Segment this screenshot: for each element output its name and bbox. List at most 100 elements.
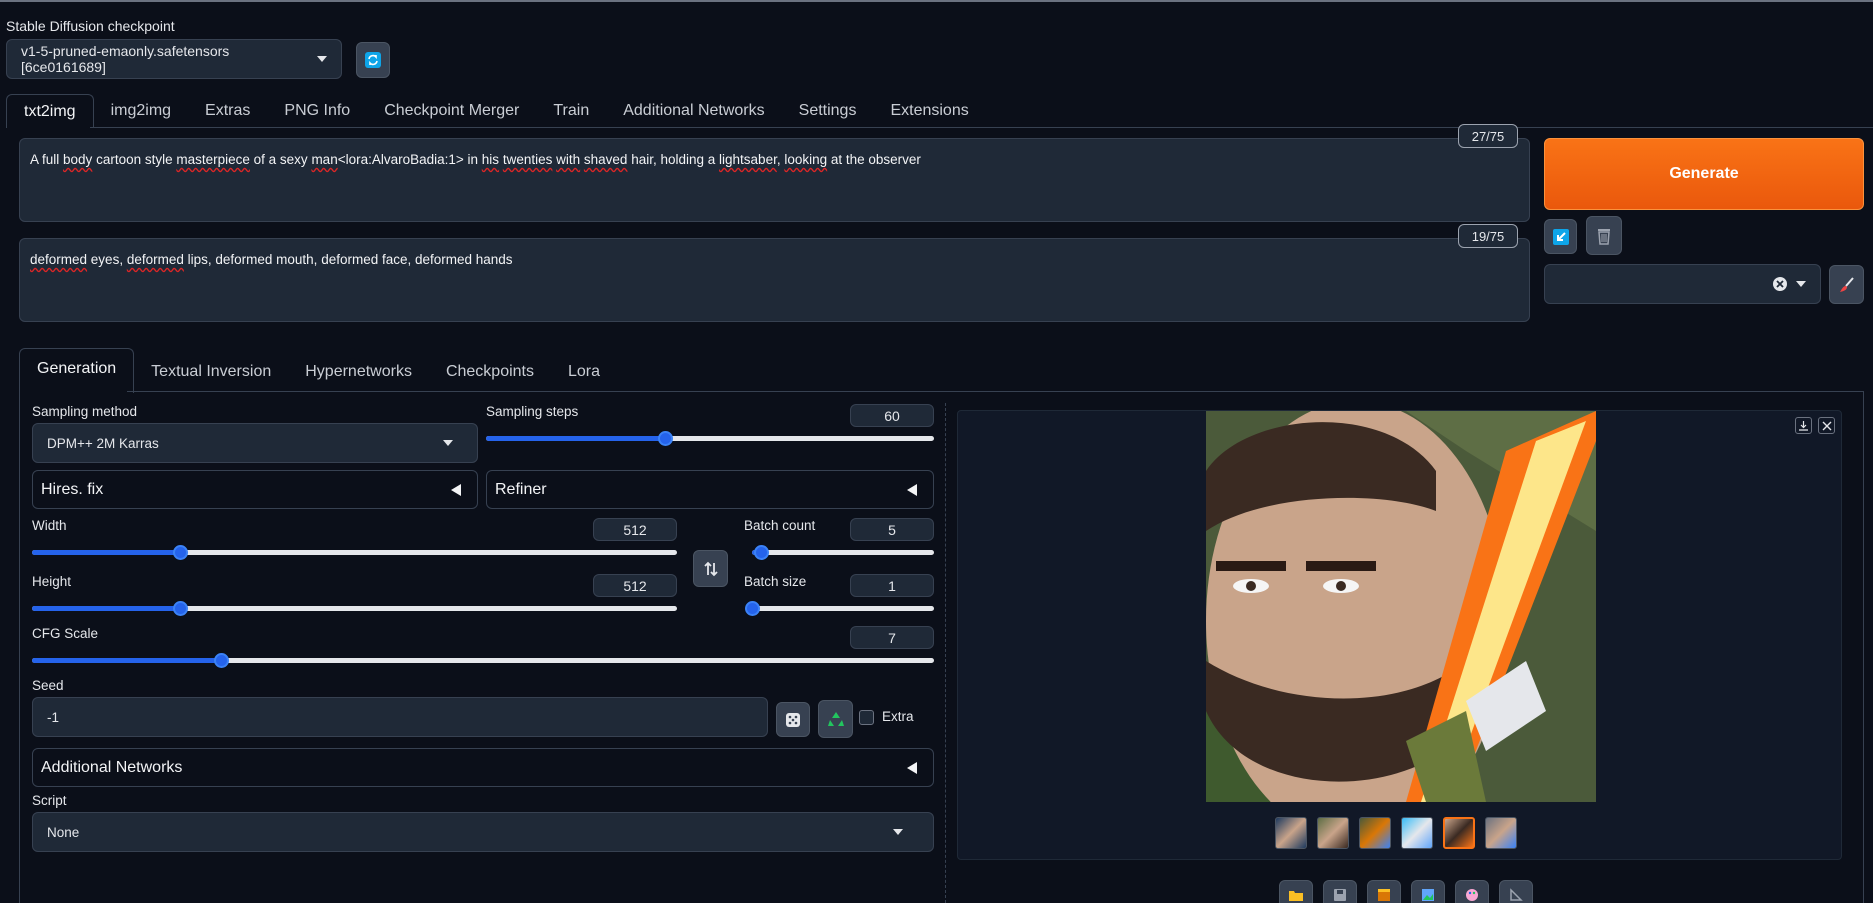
slider-thumb[interactable]: [745, 601, 760, 616]
thumbnail-image[interactable]: [1401, 817, 1433, 849]
tab-settings[interactable]: Settings: [782, 94, 874, 128]
batch-size-label: Batch size: [744, 574, 807, 589]
tab-extensions[interactable]: Extensions: [873, 94, 985, 128]
tab-txt2img[interactable]: txt2img: [6, 94, 94, 128]
thumbnail-image[interactable]: [1317, 817, 1349, 849]
download-icon: [1799, 421, 1808, 431]
generated-image[interactable]: [1206, 411, 1596, 802]
thumbnail-image[interactable]: [1359, 817, 1391, 849]
extra-seed-checkbox[interactable]: [859, 710, 874, 725]
subtabs-divider: [127, 391, 1863, 392]
sampling-steps-input[interactable]: 60: [850, 404, 934, 427]
tab-png-info[interactable]: PNG Info: [267, 94, 367, 128]
tab-lora[interactable]: Lora: [551, 353, 617, 393]
collapse-triangle-icon: [907, 483, 917, 496]
slider-thumb[interactable]: [173, 545, 189, 560]
main-tabs: txt2img img2img Extras PNG Info Checkpoi…: [6, 94, 986, 128]
thumbnail-image[interactable]: [1275, 817, 1307, 849]
styles-dropdown[interactable]: [1544, 264, 1821, 304]
thumbnail-image[interactable]: [1485, 817, 1517, 849]
recycle-icon: [827, 712, 844, 726]
additional-networks-accordion[interactable]: Additional Networks: [32, 748, 934, 787]
cfg-scale-input[interactable]: 7: [850, 626, 934, 649]
output-gallery: [957, 410, 1842, 860]
trash-icon: [1598, 228, 1610, 245]
negative-prompt-input[interactable]: deformed eyes, deformed lips, deformed m…: [19, 238, 1530, 322]
send-to-img2img-button[interactable]: [1411, 880, 1445, 903]
batch-count-slider[interactable]: [752, 545, 934, 560]
send-to-extras-button[interactable]: [1499, 880, 1533, 903]
tabs-divider: [90, 127, 1873, 128]
height-slider[interactable]: [32, 601, 677, 616]
prompt-input[interactable]: A full body cartoon style masterpiece of…: [19, 138, 1530, 222]
dice-icon: [786, 712, 800, 727]
batch-size-slider[interactable]: [745, 601, 934, 616]
chevron-down-icon: [893, 829, 903, 835]
apply-style-button[interactable]: [1829, 265, 1864, 304]
sampling-method-label: Sampling method: [32, 404, 138, 419]
swap-vertical-icon: [703, 561, 718, 576]
swap-dimensions-button[interactable]: [693, 550, 728, 587]
slider-thumb[interactable]: [754, 545, 770, 560]
tab-train[interactable]: Train: [536, 94, 606, 128]
slider-thumb[interactable]: [658, 431, 674, 446]
generate-button[interactable]: Generate: [1544, 138, 1864, 210]
folder-icon: [1289, 891, 1303, 901]
triangle-ruler-icon: [1510, 888, 1523, 901]
width-slider[interactable]: [32, 545, 677, 560]
thumbnail-image-selected[interactable]: [1443, 817, 1475, 849]
random-seed-button[interactable]: [776, 702, 810, 737]
open-folder-button[interactable]: [1279, 880, 1313, 903]
seed-label: Seed: [32, 678, 64, 693]
tab-additional-networks[interactable]: Additional Networks: [606, 94, 781, 128]
send-to-inpaint-button[interactable]: [1455, 880, 1489, 903]
additional-networks-label: Additional Networks: [41, 758, 183, 776]
thumbnail-strip: [1275, 817, 1517, 849]
archive-icon: [1378, 889, 1390, 901]
sampling-method-dropdown[interactable]: DPM++ 2M Karras: [32, 423, 478, 463]
collapse-triangle-icon: [451, 483, 461, 496]
generated-portrait-image: [1206, 411, 1596, 802]
tab-img2img[interactable]: img2img: [94, 94, 188, 128]
width-input[interactable]: 512: [593, 518, 677, 541]
sampling-steps-slider[interactable]: [486, 431, 934, 446]
paintbrush-icon: [1839, 276, 1854, 292]
cfg-scale-slider[interactable]: [32, 653, 934, 668]
top-border: [0, 0, 1873, 2]
tab-checkpoint-merger[interactable]: Checkpoint Merger: [367, 94, 536, 128]
chevron-down-icon: [317, 56, 327, 62]
close-preview-button[interactable]: [1818, 417, 1835, 434]
panel-left-border: [19, 391, 20, 903]
tab-generation[interactable]: Generation: [19, 348, 135, 393]
seed-value: -1: [47, 709, 60, 725]
refresh-checkpoint-button[interactable]: [356, 42, 390, 78]
tab-hypernetworks[interactable]: Hypernetworks: [288, 353, 429, 393]
close-circle-icon[interactable]: [1772, 276, 1788, 292]
tab-checkpoints[interactable]: Checkpoints: [429, 353, 551, 393]
width-label: Width: [32, 518, 67, 533]
slider-thumb[interactable]: [214, 653, 230, 668]
reuse-seed-button[interactable]: [818, 700, 853, 738]
checkpoint-dropdown[interactable]: v1-5-pruned-emaonly.safetensors [6ce0161…: [6, 39, 342, 79]
save-button[interactable]: [1323, 880, 1357, 903]
collapse-triangle-icon: [907, 761, 917, 774]
checkpoint-value: v1-5-pruned-emaonly.safetensors [6ce0161…: [21, 43, 230, 75]
slider-thumb[interactable]: [173, 601, 189, 616]
hires-fix-accordion[interactable]: Hires. fix: [32, 470, 478, 509]
tab-extras[interactable]: Extras: [188, 94, 267, 128]
extra-networks-tabs: Generation Textual Inversion Hypernetwor…: [19, 348, 617, 393]
panel-right-border: [1863, 391, 1864, 903]
seed-input[interactable]: -1: [32, 697, 768, 737]
tab-textual-inversion[interactable]: Textual Inversion: [134, 353, 288, 393]
floppy-disk-icon: [1334, 889, 1346, 901]
batch-count-input[interactable]: 5: [850, 518, 934, 541]
clear-prompt-button[interactable]: [1586, 216, 1622, 255]
zip-button[interactable]: [1367, 880, 1401, 903]
height-input[interactable]: 512: [593, 574, 677, 597]
chevron-down-icon: [443, 440, 453, 446]
download-image-button[interactable]: [1795, 417, 1812, 434]
paste-prompt-button[interactable]: [1544, 219, 1577, 254]
batch-size-input[interactable]: 1: [850, 574, 934, 597]
refiner-accordion[interactable]: Refiner: [486, 470, 934, 509]
script-dropdown[interactable]: None: [32, 812, 934, 852]
